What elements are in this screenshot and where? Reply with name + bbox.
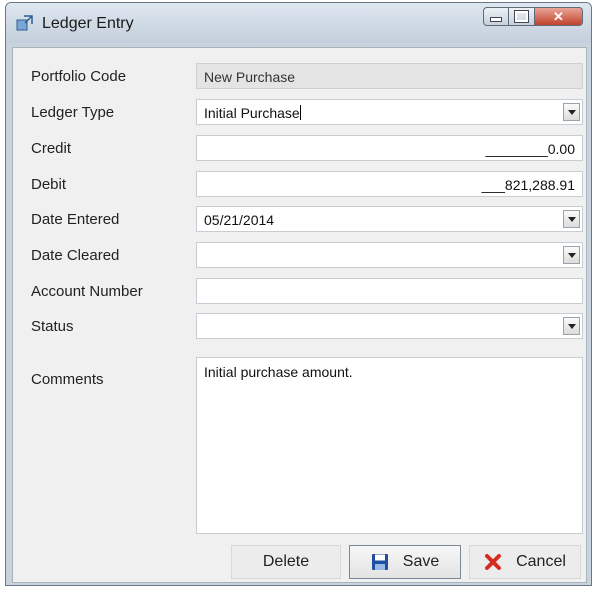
date-entered-value: 05/21/2014: [204, 212, 275, 228]
chevron-down-icon: [567, 109, 576, 115]
comments-label: Comments: [31, 371, 104, 388]
debit-field[interactable]: ___821,288.91: [196, 171, 583, 197]
minimize-icon: [490, 17, 502, 22]
title-bar[interactable]: Ledger Entry ✕: [6, 3, 591, 43]
portfolio-code-value: New Purchase: [204, 69, 296, 85]
chevron-down-icon: [567, 252, 576, 258]
debit-value: ___821,288.91: [481, 177, 575, 193]
ledger-app-icon: [16, 15, 33, 31]
save-button[interactable]: Save: [349, 545, 461, 579]
comments-value: Initial purchase amount.: [204, 364, 353, 380]
close-icon: ✕: [553, 8, 564, 24]
delete-button[interactable]: Delete: [231, 545, 341, 579]
text-caret: [299, 105, 301, 120]
status-dropdown[interactable]: [196, 313, 583, 339]
account-number-label: Account Number: [31, 283, 143, 300]
form-panel: Portfolio Code New Purchase Ledger Type …: [12, 47, 587, 583]
window-controls: ✕: [483, 7, 583, 27]
credit-field[interactable]: ________0.00: [196, 135, 583, 161]
status-dropdown-button[interactable]: [563, 317, 580, 335]
date-cleared-picker[interactable]: [196, 242, 583, 268]
delete-button-label: Delete: [262, 553, 310, 570]
comments-textarea[interactable]: Initial purchase amount.: [196, 357, 583, 534]
portfolio-code-field: New Purchase: [196, 63, 583, 89]
window-title: Ledger Entry: [42, 15, 134, 32]
cancel-button-label: Cancel: [516, 553, 566, 570]
credit-label: Credit: [31, 140, 72, 157]
status-label: Status: [31, 318, 74, 335]
ledger-type-value: Initial Purchase: [204, 105, 300, 121]
date-entered-dropdown-button[interactable]: [563, 210, 580, 228]
date-cleared-dropdown-button[interactable]: [563, 246, 580, 264]
portfolio-code-label: Portfolio Code: [31, 68, 127, 85]
ledger-type-label: Ledger Type: [31, 104, 115, 121]
maximize-icon: [514, 10, 529, 23]
red-x-icon: [485, 554, 502, 570]
date-entered-picker[interactable]: 05/21/2014: [196, 206, 583, 232]
account-number-field[interactable]: [196, 278, 583, 304]
credit-value: ________0.00: [485, 141, 575, 157]
save-button-label: Save: [402, 553, 440, 570]
floppy-disk-icon: [371, 554, 388, 570]
ledger-type-dropdown[interactable]: Initial Purchase: [196, 99, 583, 125]
date-cleared-label: Date Cleared: [31, 247, 120, 264]
ledger-entry-window: Ledger Entry ✕ Portfolio Code New Purcha…: [5, 2, 592, 586]
chevron-down-icon: [567, 216, 576, 222]
ledger-type-dropdown-button[interactable]: [563, 103, 580, 121]
maximize-button[interactable]: [509, 7, 535, 26]
debit-label: Debit: [31, 176, 67, 193]
close-button[interactable]: ✕: [535, 7, 583, 26]
minimize-button[interactable]: [483, 7, 509, 26]
cancel-button[interactable]: Cancel: [469, 545, 581, 579]
chevron-down-icon: [567, 323, 576, 329]
date-entered-label: Date Entered: [31, 211, 120, 228]
